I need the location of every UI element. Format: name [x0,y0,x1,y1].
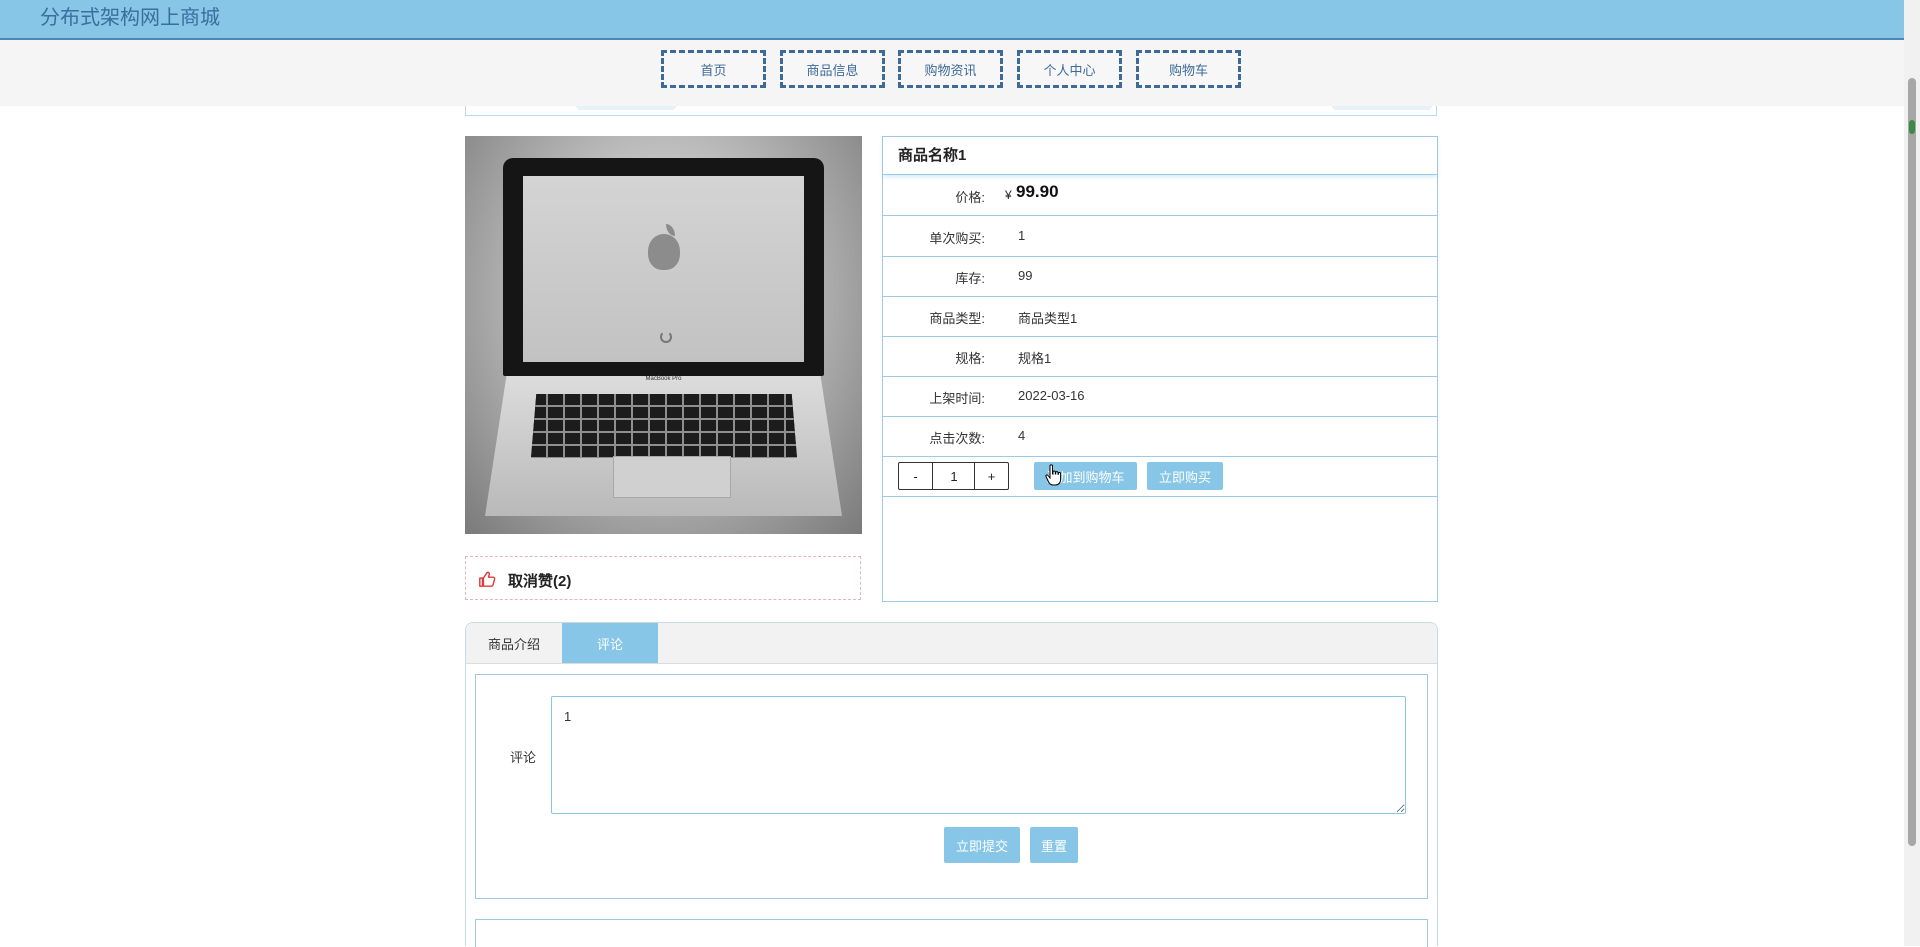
hand-cursor-icon [1045,464,1062,486]
loading-spinner-icon [660,331,672,343]
laptop-keyboard-rows [531,394,797,458]
info-label: 规格: [955,351,985,366]
top-header: 分布式架构网上商城 [0,0,1904,40]
currency-symbol: ¥ [1005,188,1012,202]
laptop-model-label: MacBook Pro [645,376,682,382]
info-label: 库存: [955,271,985,286]
quantity-input[interactable] [933,463,975,489]
submit-comment-button[interactable]: 立即提交 [944,827,1020,863]
info-value: 4 [1018,428,1026,443]
nav-item-profile[interactable]: 个人中心 [1017,50,1122,88]
comment-list-box [475,919,1428,947]
reset-button[interactable]: 重置 [1030,827,1078,863]
scrollbar-thumb[interactable] [1908,78,1916,846]
info-row-stock: 库存: 99 [883,256,1437,297]
like-box[interactable]: 取消赞(2) [465,556,861,600]
breadcrumb-strip [465,106,1437,116]
price-row: 价格: ¥ 99.90 [883,175,1437,216]
tab-comments[interactable]: 评论 [562,623,658,663]
info-value: 1 [1018,228,1026,243]
comment-form: 评论 1 立即提交 重置 [475,674,1428,899]
quantity-decrease-button[interactable]: - [899,463,933,489]
info-label: 商品类型: [929,311,985,326]
apple-logo-icon [648,234,680,270]
page-scrollbar[interactable] [1904,0,1920,946]
info-value: 99 [1018,268,1033,283]
nav-item-products[interactable]: 商品信息 [780,50,885,88]
scrollbar-indicator [1909,120,1915,134]
info-value: 2022-03-16 [1018,388,1085,403]
buy-now-button[interactable]: 立即购买 [1147,462,1223,490]
nav-item-news[interactable]: 购物资讯 [898,50,1003,88]
thumbs-up-icon[interactable] [478,570,496,588]
site-title[interactable]: 分布式架构网上商城 [40,1,220,30]
tab-product-intro[interactable]: 商品介绍 [466,623,562,663]
tab-bar: 商品介绍 评论 [466,623,1437,664]
price-label: 价格: [955,190,985,205]
info-row-listed-date: 上架时间: 2022-03-16 [883,376,1437,417]
strip-pill [576,106,676,110]
product-info-panel: 商品名称1 价格: ¥ 99.90 单次购买: 1 库存: 99 商品类型: 商… [882,136,1438,602]
main-nav: 首页 商品信息 购物资讯 个人中心 购物车 [0,40,1904,106]
info-row-category: 商品类型: 商品类型1 [883,296,1437,337]
info-value: 商品类型1 [1018,311,1078,326]
laptop-trackpad [613,456,731,498]
unlike-label[interactable]: 取消赞(2) [508,570,571,591]
comment-textarea[interactable]: 1 [551,696,1406,814]
info-label: 上架时间: [929,391,985,406]
nav-item-home[interactable]: 首页 [661,50,766,88]
price-value: 99.90 [1016,182,1059,201]
info-label: 点击次数: [929,431,985,446]
quantity-stepper: - + [898,462,1009,490]
info-row-spec: 规格: 规格1 [883,336,1437,377]
details-tabs-panel: 商品介绍 评论 评论 1 立即提交 重置 [465,622,1438,947]
product-name: 商品名称1 [883,137,1437,175]
info-row-purchase-limit: 单次购买: 1 [883,216,1437,257]
laptop-screen-frame [503,158,824,376]
info-label: 单次购买: [929,231,985,246]
strip-pill [1332,106,1432,110]
nav-item-cart[interactable]: 购物车 [1136,50,1241,88]
product-image: MacBook Pro [465,136,862,534]
comment-label: 评论 [510,750,537,765]
info-value: 规格1 [1018,351,1052,366]
info-row-click-count: 点击次数: 4 [883,416,1437,457]
quantity-increase-button[interactable]: + [974,463,1008,489]
purchase-row: - + 添加到购物车 立即购买 [883,456,1437,497]
laptop-screen [523,176,804,362]
